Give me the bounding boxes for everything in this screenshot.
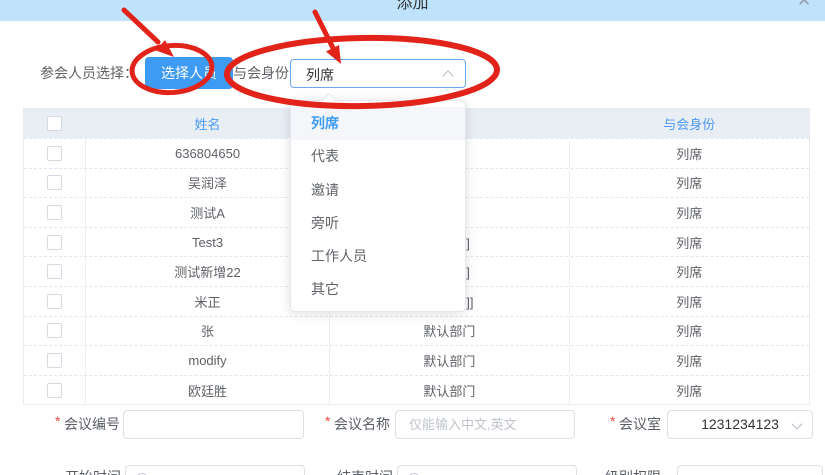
name-cell: 欧廷胜 (86, 376, 330, 405)
meeting-room-select[interactable]: 1231234123 (667, 410, 813, 439)
role-label: 与会身份 (233, 65, 289, 82)
select-all-checkbox[interactable] (47, 116, 62, 131)
dropdown-item-yaoqing[interactable]: 邀请 (291, 174, 465, 207)
level-label: 级别权限 (605, 467, 661, 475)
required-marker: * (325, 413, 330, 429)
end-time-label: 结束时间 (337, 467, 393, 475)
row-checkbox[interactable] (47, 205, 62, 220)
name-cell: modify (86, 346, 330, 375)
dept-cell-fragment: ] (466, 236, 470, 251)
role-cell: 列席 (570, 169, 809, 198)
dept-cell-fragment: ]] (466, 295, 473, 310)
role-cell: 列席 (570, 257, 809, 286)
role-cell: 列席 (570, 287, 809, 316)
dropdown-notch (322, 93, 336, 107)
level-input[interactable] (677, 465, 823, 475)
row-checkbox[interactable] (47, 175, 62, 190)
role-cell: 列席 (570, 198, 809, 227)
role-column-header: 与会身份 (570, 109, 809, 138)
dropdown-item-qita[interactable]: 其它 (291, 273, 465, 306)
dept-cell-fragment: ] (466, 265, 470, 280)
dept-cell: 默认部门 (330, 376, 569, 405)
meeting-name-label: 会议名称 (334, 414, 390, 434)
participant-select-label: 参会人员选择： (40, 65, 138, 82)
role-select-value: 列席 (306, 65, 334, 85)
role-select[interactable]: 列席 (290, 59, 466, 88)
start-time-label: 开始时间 (65, 467, 121, 475)
role-cell: 列席 (570, 346, 809, 375)
chevron-up-icon (442, 70, 453, 81)
dialog-header: 添加 ✕ (0, 0, 825, 21)
row-checkbox[interactable] (47, 323, 62, 338)
role-cell: 列席 (570, 139, 809, 168)
annotation-arrowhead-left (156, 40, 174, 57)
end-time-input[interactable] (397, 465, 577, 475)
add-meeting-dialog: 添加 ✕ 参会人员选择： 选择人员 与会身份 列席 姓名 与会身份 636804… (0, 0, 825, 475)
name-cell: 张 (86, 317, 330, 346)
role-cell: 列席 (570, 317, 809, 346)
meeting-room-value: 1231234123 (701, 416, 779, 432)
row-checkbox[interactable] (47, 146, 62, 161)
role-cell: 列席 (570, 376, 809, 405)
table-row: 张 默认部门 列席 (24, 316, 809, 346)
required-marker: * (55, 413, 60, 429)
dept-cell: 默认部门 (330, 317, 569, 346)
dropdown-item-daibiao[interactable]: 代表 (291, 140, 465, 173)
start-time-input[interactable] (125, 465, 305, 475)
row-checkbox[interactable] (47, 353, 62, 368)
dialog-title: 添加 (0, 0, 825, 13)
meeting-no-label: 会议编号 (64, 414, 120, 434)
meeting-room-label: 会议室 (619, 414, 661, 434)
dept-cell: 默认部门 (330, 346, 569, 375)
row-checkbox[interactable] (47, 294, 62, 309)
row-checkbox[interactable] (47, 383, 62, 398)
chevron-down-icon (791, 418, 802, 429)
dropdown-item-liexi[interactable]: 列席 (291, 107, 465, 140)
header-checkbox-cell (24, 109, 86, 138)
role-cell: 列席 (570, 228, 809, 257)
dropdown-item-gongzuorenyuan[interactable]: 工作人员 (291, 240, 465, 273)
dropdown-item-pangting[interactable]: 旁听 (291, 207, 465, 240)
close-icon[interactable]: ✕ (797, 0, 811, 11)
role-dropdown-panel: 列席 代表 邀请 旁听 工作人员 其它 (290, 100, 466, 312)
required-marker: * (610, 413, 615, 429)
row-checkbox[interactable] (47, 264, 62, 279)
table-row: modify 默认部门 列席 (24, 345, 809, 375)
select-people-button[interactable]: 选择人员 (145, 57, 233, 89)
meeting-no-input[interactable] (123, 410, 304, 439)
meeting-name-input[interactable] (395, 410, 575, 439)
table-row: 欧廷胜 默认部门 列席 (24, 375, 809, 405)
row-checkbox[interactable] (47, 235, 62, 250)
